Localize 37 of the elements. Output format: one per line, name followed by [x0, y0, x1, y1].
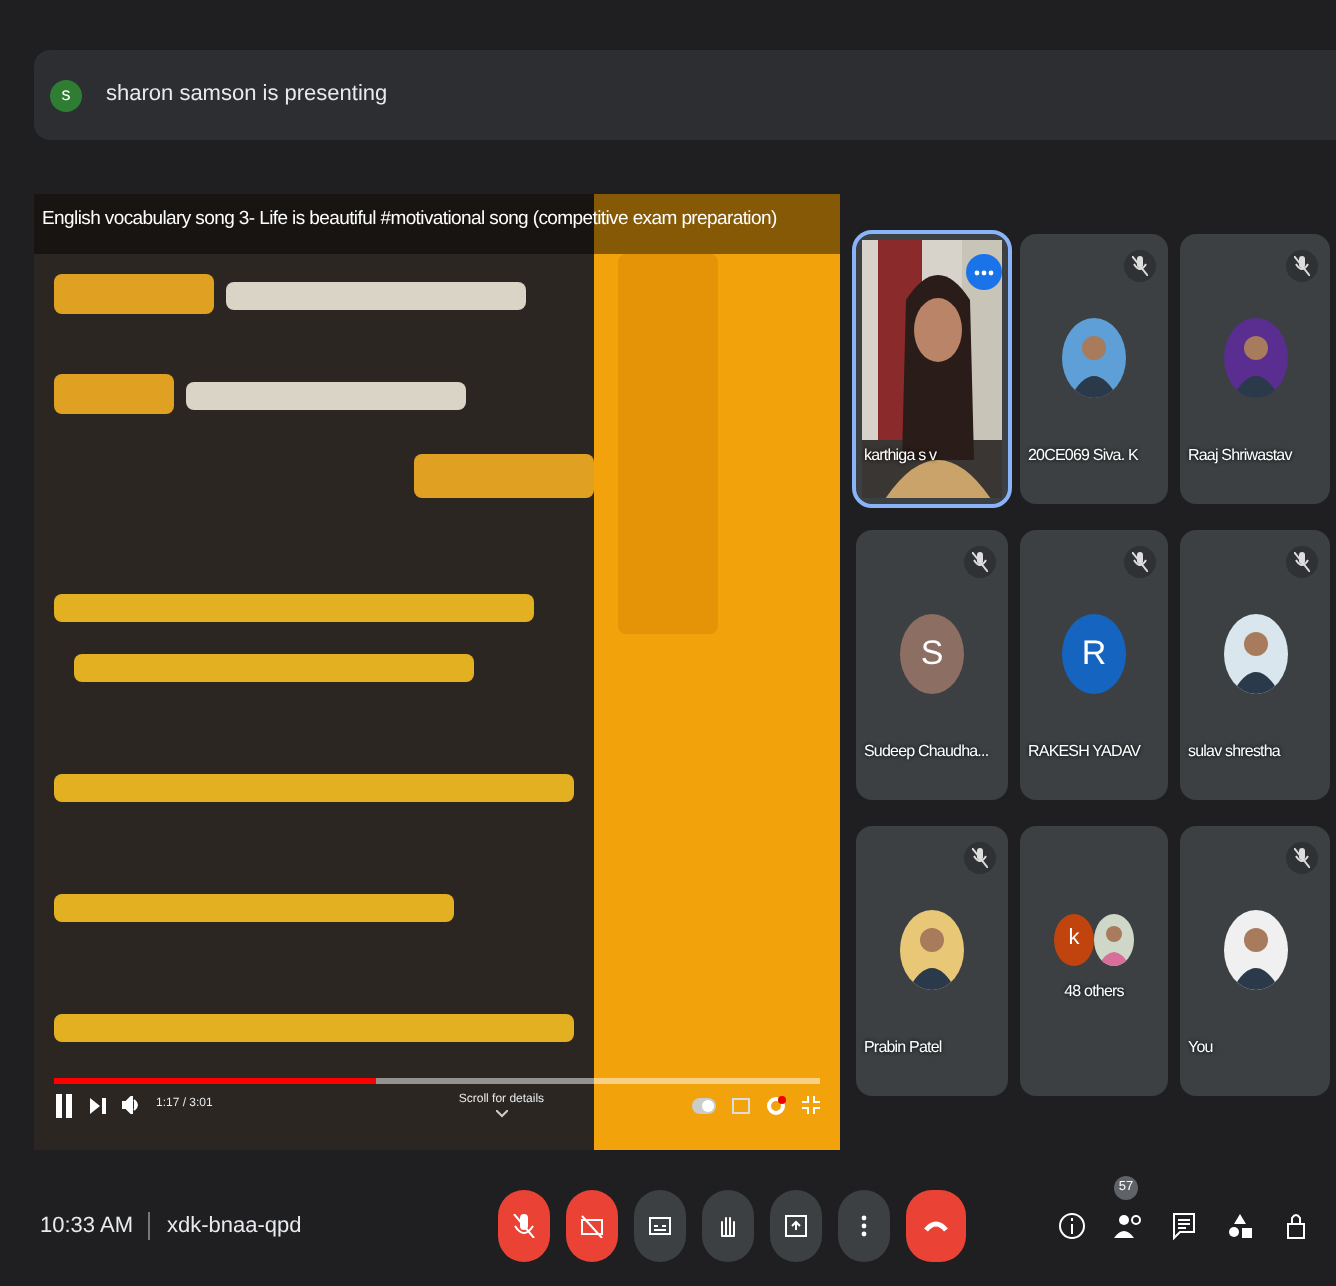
- avatar: s: [50, 79, 82, 111]
- lock-icon: [1282, 1212, 1310, 1240]
- volume-icon[interactable]: [122, 1096, 140, 1114]
- shapes-icon: [1226, 1212, 1254, 1240]
- participant-name: Raaj Shriwastav: [1188, 444, 1292, 468]
- participant-name: 20CE069 Siva. K: [1028, 444, 1138, 468]
- mic-off-button[interactable]: [497, 1190, 550, 1262]
- participant-name: Prabin Patel: [864, 1036, 942, 1060]
- meeting-code: xdk-bnaa-qpd: [166, 1211, 302, 1242]
- raise-hand-icon: [715, 1214, 740, 1238]
- present-icon: [783, 1214, 808, 1238]
- avatar: k: [1054, 913, 1094, 965]
- video-title: English vocabulary song 3- Life is beautiful #motivational song (competitive exam preparation): [42, 206, 777, 234]
- participant-name: 48 others: [1062, 980, 1126, 1004]
- participant-name: Sudeep Chaudha...: [864, 740, 989, 764]
- participant-name: sulav shrestha: [1188, 740, 1280, 764]
- participant-name: You: [1188, 1036, 1213, 1060]
- skip-next-icon[interactable]: [90, 1097, 106, 1113]
- participant-name: karthiga s v: [864, 444, 937, 468]
- avatar: R: [1062, 613, 1126, 693]
- present-button[interactable]: [769, 1190, 822, 1262]
- captions-icon: [647, 1214, 672, 1238]
- raise-hand-button[interactable]: [701, 1190, 754, 1262]
- pause-icon[interactable]: [54, 1093, 74, 1117]
- mic-off-icon: [511, 1214, 536, 1238]
- chat-icon: [1170, 1212, 1198, 1240]
- presenting-text: sharon samson is presenting: [106, 80, 388, 111]
- captions-button[interactable]: [633, 1190, 686, 1262]
- avatar: S: [900, 613, 964, 693]
- camera-off-icon: [579, 1214, 604, 1238]
- clock-time: 10:33 AM: [40, 1211, 133, 1242]
- info-icon: [1058, 1212, 1086, 1240]
- chevron-down-icon: [495, 1110, 508, 1118]
- participant-name: RAKESH YADAV: [1028, 740, 1141, 764]
- hang-up-button[interactable]: [905, 1190, 966, 1262]
- people-icon: [1114, 1212, 1142, 1240]
- camera-off-button[interactable]: [565, 1190, 618, 1262]
